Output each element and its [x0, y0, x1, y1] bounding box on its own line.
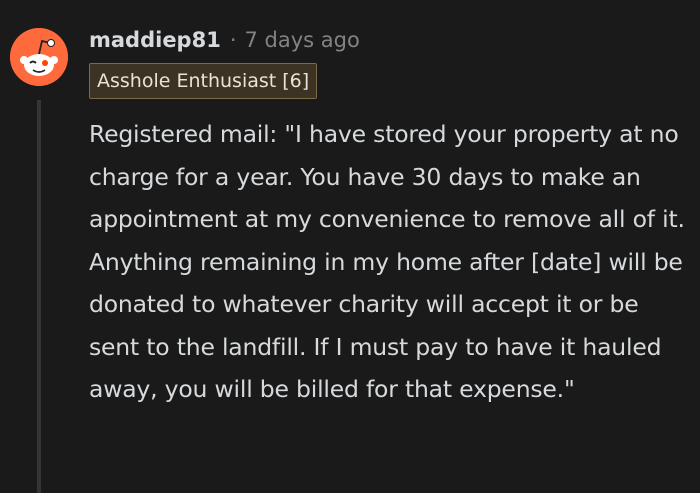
meta-separator: ·	[229, 28, 237, 52]
comment: maddiep81 · 7 days ago Asshole Enthusias…	[0, 0, 700, 493]
user-avatar[interactable]	[10, 28, 68, 86]
snoo-avatar-icon	[10, 28, 68, 86]
thread-collapse-line[interactable]	[37, 100, 41, 493]
username-link[interactable]: maddiep81	[89, 28, 221, 52]
user-flair-badge: Asshole Enthusiast [6]	[89, 63, 318, 99]
comment-body: Registered mail: "I have stored your pro…	[89, 120, 685, 403]
comment-header: maddiep81 · 7 days ago	[89, 24, 360, 56]
comment-timestamp[interactable]: 7 days ago	[245, 28, 360, 52]
